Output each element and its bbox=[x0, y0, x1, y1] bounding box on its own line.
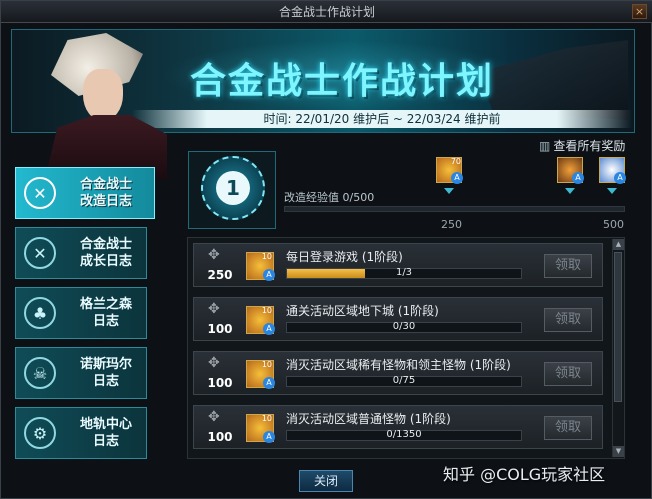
marker-arrow-potion bbox=[565, 188, 575, 194]
level-medal-box: 1 bbox=[188, 151, 276, 229]
exp-progress-bar bbox=[284, 206, 625, 212]
exp-value: 0/500 bbox=[342, 191, 375, 204]
gear-icon: ✕ bbox=[24, 237, 56, 269]
banner-title: 合金战士作战计划 bbox=[189, 61, 494, 102]
sidebar-item-label: 诺斯玛尔 日志 bbox=[79, 357, 132, 389]
character-face bbox=[83, 69, 123, 121]
task-score: 100 bbox=[207, 376, 233, 390]
task-scrollbar[interactable]: ▲ ▼ bbox=[612, 239, 624, 457]
reward-icon-250[interactable]: 70 A bbox=[436, 157, 463, 184]
exp-label: 改造经验值 0/500 bbox=[284, 191, 375, 204]
close-button[interactable]: 关闭 bbox=[299, 470, 353, 492]
task-row: ✥ 250 10 A 每日登录游戏 (1阶段) 1/3 领取 bbox=[193, 243, 603, 287]
claim-button[interactable]: 领取 bbox=[544, 416, 592, 440]
task-reward-icon[interactable]: 10 A bbox=[246, 252, 275, 281]
wrench-icon: ✥ bbox=[208, 301, 220, 317]
sidebar-item-gran-forest[interactable]: ♣ 格兰之森 日志 bbox=[15, 287, 147, 339]
task-progress-text: 0/1350 bbox=[386, 429, 422, 440]
level-number: 1 bbox=[216, 171, 250, 205]
task-row: ✥ 100 10 A 消灭活动区域普通怪物 (1阶段) 0/1350 领取 bbox=[193, 405, 603, 449]
train-icon: ⚙ bbox=[24, 417, 56, 449]
task-progress-text: 1/3 bbox=[395, 267, 413, 278]
task-row: ✥ 100 10 A 消灭活动区域稀有怪物和领主怪物 (1阶段) 0/75 领取 bbox=[193, 351, 603, 395]
task-name: 通关活动区域地下城 (1阶段) bbox=[286, 304, 439, 318]
sidebar-item-label: 格兰之森 日志 bbox=[79, 297, 132, 329]
task-reward-icon[interactable]: 10 A bbox=[246, 414, 275, 443]
skull-icon: ☠ bbox=[24, 357, 56, 389]
task-score: 100 bbox=[207, 430, 233, 444]
claim-button[interactable]: 领取 bbox=[544, 308, 592, 332]
sidebar-item-metro-center[interactable]: ⚙ 地轨中心 日志 bbox=[15, 407, 147, 459]
marker-arrow-500 bbox=[607, 188, 617, 194]
reward-icon-potion[interactable]: A bbox=[557, 157, 584, 184]
exp-mark-500: 500 bbox=[603, 218, 624, 231]
task-reward-icon[interactable]: 10 A bbox=[246, 306, 275, 335]
view-all-rewards-link[interactable]: ▥ 查看所有奖励 bbox=[539, 137, 625, 154]
title-bar: 合金战士作战计划 × bbox=[1, 1, 652, 23]
marker-arrow-250 bbox=[444, 188, 454, 194]
claim-button[interactable]: 领取 bbox=[544, 254, 592, 278]
wrench-icon: ✥ bbox=[208, 355, 220, 371]
task-name: 消灭活动区域普通怪物 (1阶段) bbox=[286, 412, 451, 426]
sidebar-item-label: 地轨中心 日志 bbox=[79, 417, 132, 449]
sidebar: ✕ 合金战士 改造日志 ✕ 合金战士 成长日志 ♣ 格兰之森 日志 ☠ 诺斯玛尔 日志 … bbox=[15, 167, 155, 467]
watermark: 知乎 @COLG玩家社区 bbox=[443, 465, 606, 484]
reward-icon-500[interactable]: A bbox=[599, 157, 626, 184]
task-progress-text: 0/75 bbox=[392, 375, 416, 386]
claim-button[interactable]: 领取 bbox=[544, 362, 592, 386]
sidebar-item-label: 合金战士 成长日志 bbox=[79, 237, 132, 269]
banner-date: 时间: 22/01/20 维护后 ~ 22/03/24 维护前 bbox=[263, 112, 501, 126]
task-score: 100 bbox=[207, 322, 233, 336]
wrench-icon: ✥ bbox=[208, 247, 220, 263]
reward-list-icon: ▥ bbox=[539, 139, 551, 153]
task-progress-text: 0/30 bbox=[392, 321, 416, 332]
exp-mark-250: 250 bbox=[441, 218, 462, 231]
task-score: 250 bbox=[207, 268, 233, 282]
scroll-up-arrow-icon[interactable]: ▲ bbox=[613, 239, 624, 250]
window-close-button[interactable]: × bbox=[632, 4, 647, 19]
task-list: ✥ 250 10 A 每日登录游戏 (1阶段) 1/3 领取 ✥ 100 10 A … bbox=[187, 237, 625, 459]
wrench-icon: ✥ bbox=[208, 409, 220, 425]
task-name: 消灭活动区域稀有怪物和领主怪物 (1阶段) bbox=[286, 358, 511, 372]
sidebar-item-label: 合金战士 改造日志 bbox=[79, 177, 132, 209]
sidebar-item-modification-log[interactable]: ✕ 合金战士 改造日志 bbox=[15, 167, 155, 219]
gear-icon: ✕ bbox=[24, 177, 56, 209]
tree-icon: ♣ bbox=[24, 297, 56, 329]
event-window: 合金战士作战计划 × 合金战士作战计划 时间: 22/01/20 维护后 ~ 2… bbox=[0, 0, 652, 499]
sidebar-item-nosmar[interactable]: ☠ 诺斯玛尔 日志 bbox=[15, 347, 147, 399]
task-row: ✥ 100 10 A 通关活动区域地下城 (1阶段) 0/30 领取 bbox=[193, 297, 603, 341]
scroll-thumb[interactable] bbox=[614, 252, 622, 402]
level-medal: 1 bbox=[201, 156, 265, 220]
task-reward-icon[interactable]: 10 A bbox=[246, 360, 275, 389]
sidebar-item-growth-log[interactable]: ✕ 合金战士 成长日志 bbox=[15, 227, 147, 279]
window-title: 合金战士作战计划 bbox=[278, 5, 375, 19]
task-name: 每日登录游戏 (1阶段) bbox=[286, 250, 403, 264]
scroll-down-arrow-icon[interactable]: ▼ bbox=[613, 446, 624, 457]
character-artwork bbox=[41, 29, 171, 179]
